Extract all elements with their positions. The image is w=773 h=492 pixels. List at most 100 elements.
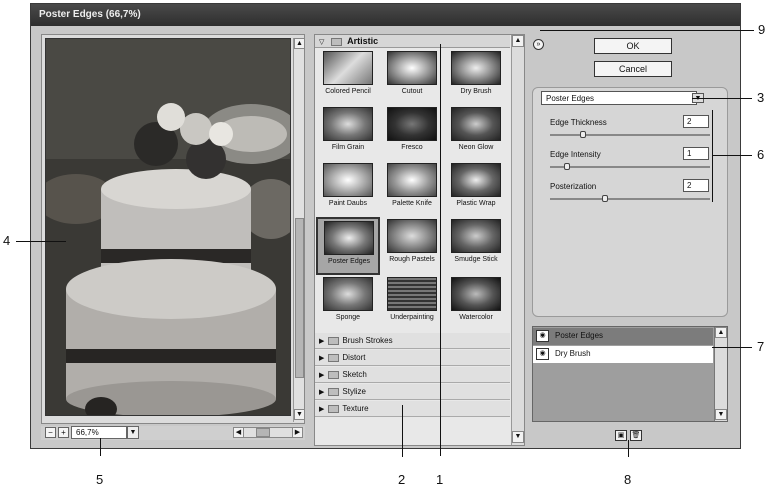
filter-thumbnail: [387, 219, 437, 253]
scroll-thumb[interactable]: [295, 218, 304, 378]
filter-cutout[interactable]: Cutout: [381, 49, 443, 105]
slider-knob[interactable]: [602, 195, 608, 202]
filter-palette-knife[interactable]: Palette Knife: [381, 161, 443, 217]
new-effect-layer-icon[interactable]: ▣: [615, 430, 627, 441]
cancel-button[interactable]: Cancel: [594, 61, 672, 77]
preview-horizontal-scrollbar[interactable]: ◀ ▶: [233, 427, 303, 438]
category-label: Distort: [342, 353, 366, 362]
layer-row-poster-edges[interactable]: ◉ Poster Edges: [533, 328, 713, 345]
callout-line-4: [16, 241, 66, 242]
category-stylize[interactable]: ▶ Stylize: [315, 384, 510, 400]
scroll-right-arrow-icon[interactable]: ▶: [292, 428, 302, 437]
callout-3: 3: [757, 90, 765, 105]
layer-label: Dry Brush: [555, 349, 591, 358]
collapse-gallery-button[interactable]: »: [533, 39, 544, 50]
folder-icon: [328, 387, 340, 396]
filter-thumbnail: [451, 163, 501, 197]
filter-label: Underpainting: [390, 314, 434, 321]
filter-thumbnail: [323, 163, 373, 197]
preview-vertical-scrollbar[interactable]: ▲ ▼: [293, 38, 305, 422]
filter-paint-daubs[interactable]: Paint Daubs: [317, 161, 379, 217]
filter-underpainting[interactable]: Underpainting: [381, 275, 443, 331]
edge-thickness-label: Edge Thickness: [550, 118, 607, 127]
zoom-out-button[interactable]: −: [45, 427, 56, 438]
filter-select-value: Poster Edges: [546, 94, 595, 103]
folder-icon: [328, 404, 340, 413]
eye-icon[interactable]: ◉: [536, 330, 549, 342]
disclosure-closed-icon: ▶: [319, 389, 325, 396]
scroll-up-arrow-icon[interactable]: ▲: [512, 35, 524, 47]
layer-label: Poster Edges: [555, 331, 604, 340]
scroll-down-arrow-icon[interactable]: ▼: [294, 409, 305, 420]
layers-scrollbar[interactable]: ▲ ▼: [714, 327, 727, 421]
scroll-down-arrow-icon[interactable]: ▼: [715, 409, 727, 420]
ok-button[interactable]: OK: [594, 38, 672, 54]
cake-image: [46, 39, 290, 415]
edge-intensity-field[interactable]: 1: [683, 147, 709, 160]
filter-film-grain[interactable]: Film Grain: [317, 105, 379, 161]
posterization-field[interactable]: 2: [683, 179, 709, 192]
filter-watercolor[interactable]: Watercolor: [445, 275, 507, 331]
filter-rough-pastels[interactable]: Rough Pastels: [381, 217, 443, 273]
filter-thumbnail: [451, 51, 501, 85]
horizontal-scroll-thumb[interactable]: [256, 428, 270, 437]
filter-select[interactable]: Poster Edges ▼: [541, 91, 704, 105]
eye-icon[interactable]: ◉: [536, 348, 549, 360]
filter-label: Colored Pencil: [325, 88, 371, 95]
preview-panel: ▲ ▼: [41, 34, 305, 424]
callout-line-9: [540, 30, 754, 31]
folder-icon: [328, 336, 340, 345]
disclosure-closed-icon: ▶: [319, 372, 325, 379]
zoom-bar: − + 66,7% ▼ ◀ ▶: [41, 426, 305, 440]
filter-label: Palette Knife: [392, 200, 432, 207]
filter-sponge[interactable]: Sponge: [317, 275, 379, 331]
callout-5: 5: [96, 472, 104, 487]
disclosure-closed-icon: ▶: [319, 338, 325, 345]
slider-knob[interactable]: [580, 131, 586, 138]
category-distort[interactable]: ▶ Distort: [315, 350, 510, 366]
filter-plastic-wrap[interactable]: Plastic Wrap: [445, 161, 507, 217]
posterization-slider[interactable]: [550, 195, 710, 202]
filter-colored-pencil[interactable]: Colored Pencil: [317, 49, 379, 105]
slider-knob[interactable]: [564, 163, 570, 170]
filter-thumbnail: [323, 51, 373, 85]
filter-thumbnail: [387, 277, 437, 311]
filter-label: Sponge: [335, 314, 361, 321]
trash-icon[interactable]: 🗑: [630, 430, 642, 441]
scroll-left-arrow-icon[interactable]: ◀: [234, 428, 244, 437]
disclosure-open-icon: ▽: [319, 39, 325, 46]
filter-fresco[interactable]: Fresco: [381, 105, 443, 161]
filter-label: Rough Pastels: [389, 256, 435, 263]
filter-neon-glow[interactable]: Neon Glow: [445, 105, 507, 161]
effect-layers-panel: ◉ Poster Edges ◉ Dry Brush ▲ ▼: [532, 326, 728, 422]
scroll-up-arrow-icon[interactable]: ▲: [715, 327, 727, 338]
category-artistic[interactable]: ▽ Artistic: [315, 35, 510, 48]
folder-icon: [328, 353, 340, 362]
filter-poster-edges[interactable]: Poster Edges: [316, 217, 380, 275]
zoom-in-button[interactable]: +: [58, 427, 69, 438]
category-texture[interactable]: ▶ Texture: [315, 401, 510, 417]
callout-7: 7: [757, 339, 765, 354]
preview-image[interactable]: [45, 38, 291, 416]
filter-gallery: ▽ Artistic Colored Pencil Cutout Dry Bru…: [314, 34, 525, 446]
folder-icon: [330, 37, 342, 46]
zoom-level-field[interactable]: 66,7%: [71, 426, 127, 439]
zoom-dropdown-icon[interactable]: ▼: [127, 426, 139, 439]
filter-settings-panel: Poster Edges ▼ Edge Thickness 2 Edge Int…: [532, 87, 728, 317]
gallery-scrollbar[interactable]: ▲ ▼: [511, 35, 524, 445]
window-title: Poster Edges (66,7%): [31, 4, 740, 26]
category-brush-strokes[interactable]: ▶ Brush Strokes: [315, 333, 510, 349]
filter-label: Poster Edges: [327, 258, 371, 265]
edge-thickness-field[interactable]: 2: [683, 115, 709, 128]
edge-thickness-slider[interactable]: [550, 131, 710, 138]
scroll-up-arrow-icon[interactable]: ▲: [294, 38, 305, 49]
callout-9: 9: [758, 22, 766, 37]
filter-thumbnail: [451, 219, 501, 253]
filter-dry-brush[interactable]: Dry Brush: [445, 49, 507, 105]
category-sketch[interactable]: ▶ Sketch: [315, 367, 510, 383]
layer-row-dry-brush[interactable]: ◉ Dry Brush: [533, 346, 713, 363]
edge-intensity-slider[interactable]: [550, 163, 710, 170]
callout-line-1: [440, 44, 441, 456]
scroll-down-arrow-icon[interactable]: ▼: [512, 431, 524, 443]
filter-smudge-stick[interactable]: Smudge Stick: [445, 217, 507, 273]
